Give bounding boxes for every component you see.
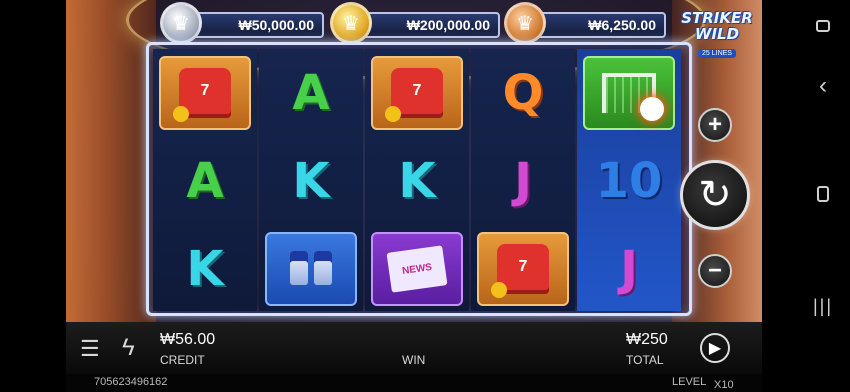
logo-line-2: WILD <box>694 25 740 43</box>
newspaper-symbol-icon: NEWS <box>371 232 463 306</box>
credit-label: CREDIT <box>160 353 205 367</box>
minus-icon: − <box>707 257 722 284</box>
level-value: X10 <box>714 379 734 391</box>
android-nav-bar: ‹ ||| <box>796 0 850 392</box>
reel-2: A K <box>259 49 363 311</box>
jersey-symbol-icon: 7 <box>477 232 569 306</box>
letter-k-symbol: K <box>398 153 436 209</box>
menu-icon[interactable]: ☰ <box>80 336 100 362</box>
reel-5-cell-3: J <box>581 229 677 309</box>
stadium-left-decor <box>66 0 156 330</box>
reel-1: 7 A K <box>153 49 257 311</box>
letter-q-symbol: Q <box>502 65 544 121</box>
reel-1-cell-2: A <box>157 141 253 221</box>
logo-line-1: STRIKER <box>681 9 753 27</box>
bottom-bar: ☰ ϟ ₩56.00 CREDIT WIN ₩250 TOTAL ▶ <box>66 322 762 374</box>
logo-lines-badge: 25 LINES <box>698 49 736 58</box>
reel-4-cell-2: J <box>475 141 571 221</box>
reel-2-cell-3 <box>263 229 359 309</box>
drinks-symbol-icon <box>265 232 357 306</box>
jackpot-gold: ₩200,000.00 <box>352 12 500 38</box>
jackpot-silver: ₩50,000.00 <box>184 12 324 38</box>
reel-frame: 7 A K A K 7 K NEWS Q J 7 10 J <box>146 42 692 316</box>
reel-4-cell-3: 7 <box>475 229 571 309</box>
jackpot-gold-amount: ₩200,000.00 <box>406 17 490 33</box>
jackpot-bronze: ₩6,250.00 <box>526 12 666 38</box>
reel-5-cell-1 <box>581 53 677 133</box>
jersey-number: 7 <box>518 258 528 275</box>
fire-ball-icon <box>640 97 664 121</box>
reel-2-cell-2: K <box>263 141 359 221</box>
session-id: 705623496162 <box>94 376 168 388</box>
total-bet-label: TOTAL <box>626 353 664 367</box>
jersey-symbol-icon: 7 <box>371 56 463 130</box>
reel-3-cell-2: K <box>369 141 465 221</box>
reel-4: Q J 7 <box>471 49 575 311</box>
decrease-bet-button[interactable]: − <box>698 254 732 288</box>
reel-5: 10 J <box>577 49 681 311</box>
bronze-crown-medal-icon: ♛ <box>504 2 546 44</box>
letter-j-symbol: J <box>620 241 638 297</box>
wild-goal-symbol-icon <box>583 56 675 130</box>
turbo-lightning-icon[interactable]: ϟ <box>122 334 135 362</box>
reel-1-cell-3: K <box>157 229 253 309</box>
credit-value: ₩56.00 <box>160 331 216 348</box>
screen: ₩50,000.00 ♛ ₩200,000.00 ♛ ₩6,250.00 ♛ S… <box>0 0 850 392</box>
reel-3: 7 K NEWS <box>365 49 469 311</box>
letter-a-symbol: A <box>292 65 330 121</box>
increase-bet-button[interactable]: + <box>698 108 732 142</box>
letter-k-symbol: K <box>186 241 224 297</box>
number-10-symbol: 10 <box>595 153 663 209</box>
news-text: NEWS <box>401 261 433 277</box>
letter-k-symbol: K <box>292 153 330 209</box>
home-icon[interactable] <box>796 186 850 202</box>
jackpot-silver-amount: ₩50,000.00 <box>238 17 315 33</box>
jersey-symbol-icon: 7 <box>159 56 251 130</box>
reel-1-cell-1: 7 <box>157 53 253 133</box>
spin-button[interactable]: ↻ <box>680 160 750 230</box>
win-label: WIN <box>402 353 426 367</box>
total-bet-value: ₩250 <box>626 331 668 348</box>
letter-j-symbol: J <box>514 153 532 209</box>
back-chevron-icon[interactable]: ‹ <box>796 74 850 98</box>
reel-4-cell-1: Q <box>475 53 571 133</box>
spin-arrow-icon: ↻ <box>698 173 732 217</box>
autoplay-button[interactable]: ▶ <box>700 333 730 363</box>
reel-2-cell-1: A <box>263 53 359 133</box>
slot-game: ₩50,000.00 ♛ ₩200,000.00 ♛ ₩6,250.00 ♛ S… <box>66 0 762 392</box>
reel-3-cell-3: NEWS <box>369 229 465 309</box>
jersey-number: 7 <box>200 82 210 99</box>
reel-5-cell-2: 10 <box>581 141 677 221</box>
jackpot-bronze-amount: ₩6,250.00 <box>588 17 656 33</box>
jersey-number: 7 <box>412 82 422 99</box>
level-label: LEVEL <box>672 376 707 388</box>
plus-icon: + <box>707 111 722 138</box>
reel-3-cell-1: 7 <box>369 53 465 133</box>
status-bar: 705623496162 LEVEL X10 <box>66 374 762 392</box>
gold-crown-medal-icon: ♛ <box>330 2 372 44</box>
recents-icon[interactable] <box>796 20 850 32</box>
silver-crown-medal-icon: ♛ <box>160 2 202 44</box>
menu-bars-icon[interactable]: ||| <box>796 296 850 317</box>
letter-a-symbol: A <box>186 153 224 209</box>
autoplay-icon: ▶ <box>708 340 722 357</box>
